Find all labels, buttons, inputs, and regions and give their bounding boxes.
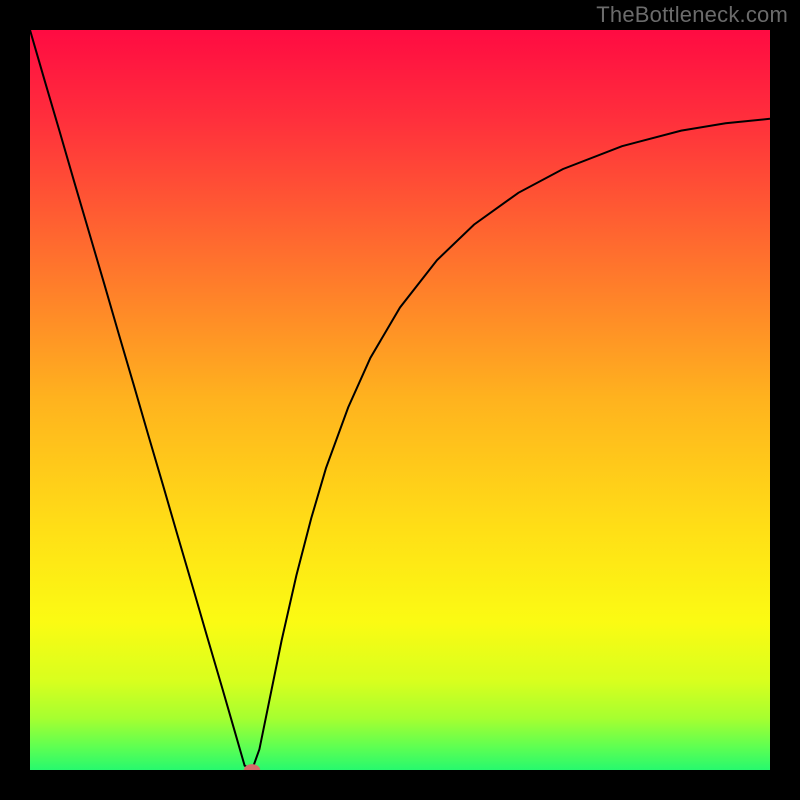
attribution-text: TheBottleneck.com	[596, 2, 788, 28]
plot-area	[30, 30, 770, 770]
chart-svg	[30, 30, 770, 770]
chart-container: TheBottleneck.com	[0, 0, 800, 800]
gradient-background	[30, 30, 770, 770]
